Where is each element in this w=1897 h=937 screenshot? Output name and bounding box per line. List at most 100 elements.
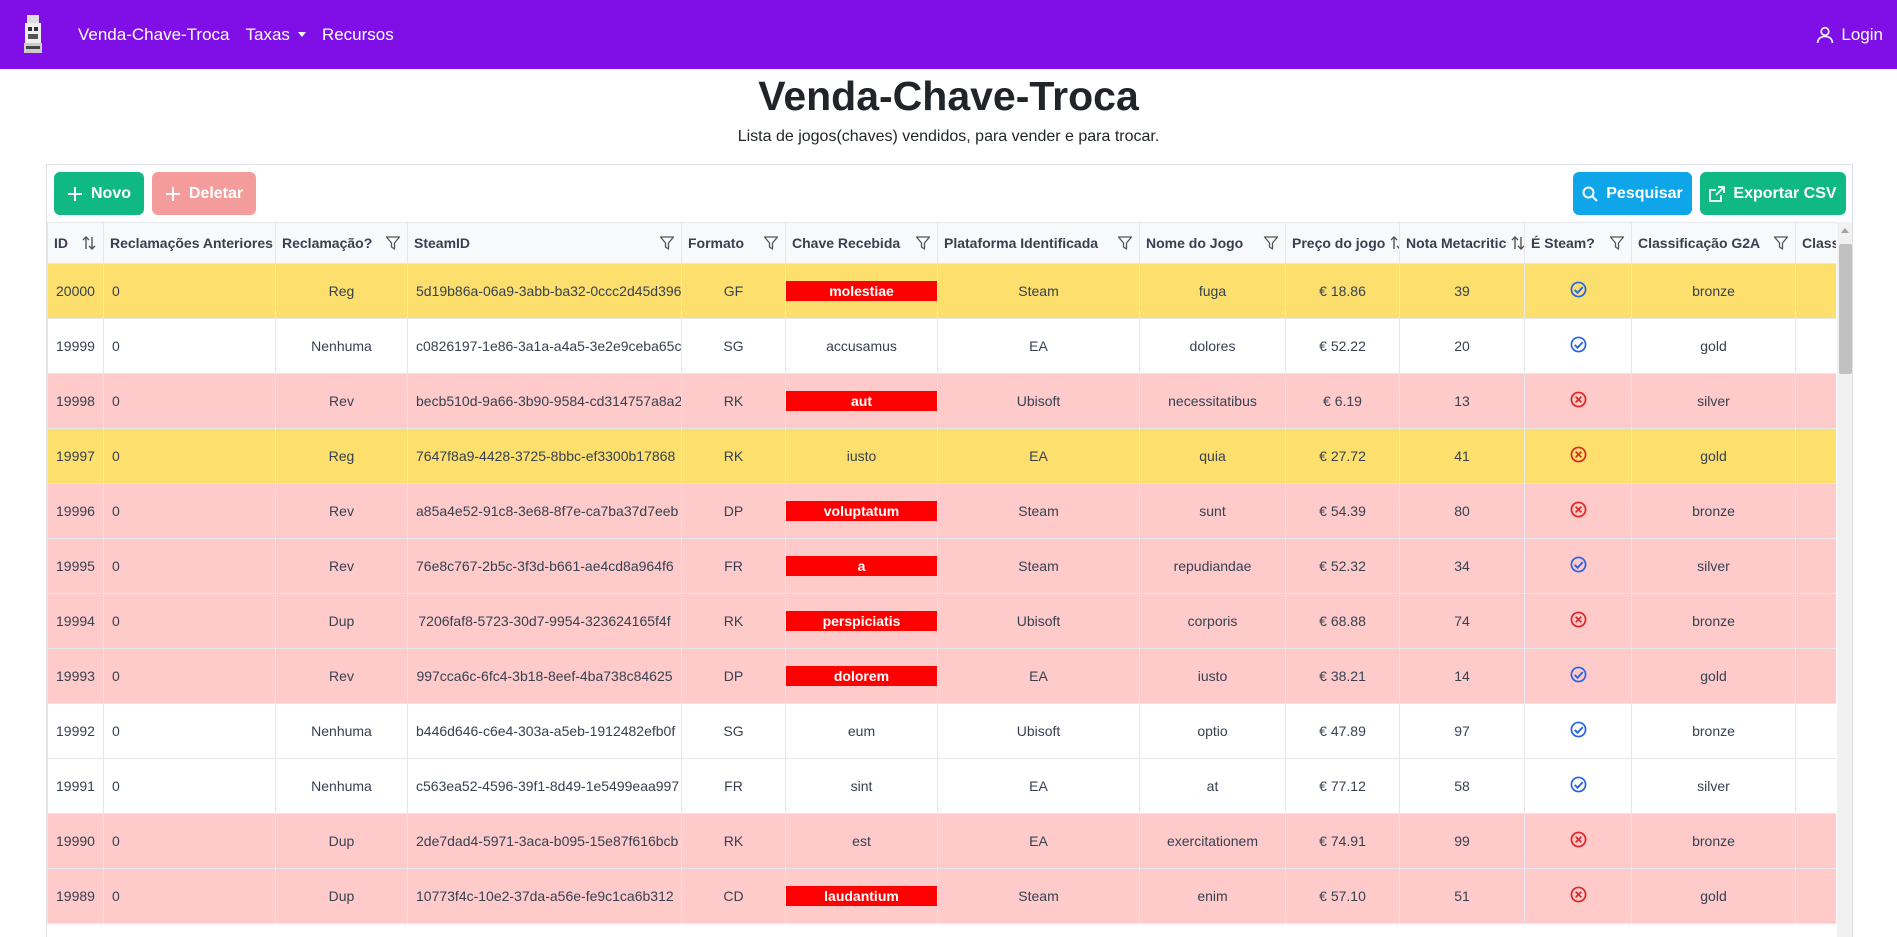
cell-e-steam [1524,813,1632,869]
column-header-chave-recebida[interactable]: Chave Recebida [785,222,938,264]
scroll-up-arrow-icon[interactable] [1841,228,1849,233]
filter-button[interactable] [1117,235,1133,251]
column-header-inner: Nome do Jogo [1146,235,1279,251]
pesquisar-label: Pesquisar [1606,184,1683,202]
vertical-scrollbar[interactable] [1837,222,1852,937]
filter-button[interactable] [1773,235,1789,251]
cell-plataforma: EA [937,813,1140,869]
sort-icon[interactable] [81,235,97,251]
nav-taxas-dropdown[interactable]: Taxas [246,25,306,45]
table-row[interactable]: 19991 0 Nenhuma c563ea52-4596-39f1-8d49-1e5… [47,758,1836,814]
column-header-label: Reclamação? [282,235,373,251]
filter-icon[interactable] [1263,235,1279,251]
filter-button[interactable] [915,235,931,251]
table-row[interactable]: 19992 0 Nenhuma b446d646-c6e4-303a-a5eb-191… [47,703,1836,759]
cell-formato: DP [681,483,786,539]
cell-classif [1795,483,1836,539]
cell-preco: € 18.86 [1285,263,1400,319]
column-header-inner: Reclamação? [282,235,401,251]
column-header-classif[interactable]: Classif [1795,222,1836,264]
filter-icon[interactable] [763,235,779,251]
column-header-label: Classif [1802,235,1836,251]
table-row[interactable]: 19994 0 Dup 7206faf8-5723-30d7-9954-3236241… [47,593,1836,649]
logo-icon[interactable] [22,13,44,55]
table-row[interactable]: 19999 0 Nenhuma c0826197-1e86-3a1a-a4a5-3e2… [47,318,1836,374]
plus-icon [68,186,82,201]
cell-nota-metacritic: 51 [1399,868,1525,924]
column-header-nota-metacritic[interactable]: Nota Metacritic [1399,222,1525,264]
cell-reclamacao: Dup [275,868,408,924]
external-link-icon [1709,185,1726,202]
cell-reclamacao: Dup [275,593,408,649]
sort-icon[interactable] [1510,235,1524,251]
column-header-formato[interactable]: Formato [681,222,786,264]
table-row[interactable]: 19998 0 Rev becb510d-9a66-3b90-9584-cd31475… [47,373,1836,429]
column-header-inner: Preço do jogo [1292,235,1399,251]
cell-preco: € 6.19 [1285,373,1400,429]
column-header-label: ID [54,235,68,251]
cell-id: 19995 [47,538,104,594]
sort-button[interactable] [1389,235,1399,251]
column-header-steamid[interactable]: SteamID [407,222,682,264]
filter-icon[interactable] [915,235,931,251]
filter-button[interactable] [385,235,401,251]
cell-id: 19994 [47,593,104,649]
cell-reclamacao: Rev [275,648,408,704]
filter-button[interactable] [1263,235,1279,251]
filter-button[interactable] [763,235,779,251]
column-header-reclamacao[interactable]: Reclamação? [275,222,408,264]
column-header-plataforma-identificada[interactable]: Plataforma Identificada [937,222,1140,264]
cell-id: 19993 [47,648,104,704]
column-header-nome-do-jogo[interactable]: Nome do Jogo [1139,222,1286,264]
filter-icon[interactable] [1609,235,1625,251]
novo-button[interactable]: Novo [54,172,144,215]
cell-plataforma: Steam [937,538,1140,594]
scrollbar-thumb[interactable] [1839,244,1852,374]
x-circle-icon [1570,886,1586,903]
cell-classif [1795,538,1836,594]
table-row[interactable]: 19996 0 Rev a85a4e52-91c8-3e68-8f7e-ca7ba37… [47,483,1836,539]
table-row[interactable]: 20000 0 Reg 5d19b86a-06a9-3abb-ba32-0ccc2d4… [47,263,1836,319]
column-header-inner: Formato [688,235,779,251]
column-header-id[interactable]: ID [47,222,104,264]
column-header-preco-do-jogo[interactable]: Preço do jogo [1285,222,1400,264]
sort-button[interactable] [1510,235,1524,251]
filter-icon[interactable] [1117,235,1133,251]
table-row[interactable]: 19995 0 Rev 76e8c767-2b5c-3f3d-b661-ae4cd8a… [47,538,1836,594]
column-header-reclamacoes-anteriores[interactable]: Reclamações Anteriores [103,222,276,264]
deletar-button[interactable]: Deletar [152,172,256,215]
column-header-classificacao-g2a[interactable]: Classificação G2A [1631,222,1796,264]
column-header-inner: Classif [1802,235,1836,251]
cell-nota-metacritic: 99 [1399,813,1525,869]
cell-id: 19992 [47,703,104,759]
column-header-e-steam[interactable]: É Steam? [1524,222,1632,264]
pesquisar-button[interactable]: Pesquisar [1573,172,1692,215]
cell-chave-recebida: molestiae [785,263,938,319]
cell-reclamacao: Rev [275,483,408,539]
filter-button[interactable] [659,235,675,251]
cell-preco: € 68.88 [1285,593,1400,649]
sort-button[interactable] [81,235,97,251]
filter-icon[interactable] [385,235,401,251]
filter-button[interactable] [1609,235,1625,251]
exportar-csv-button[interactable]: Exportar CSV [1700,172,1846,215]
sort-icon[interactable] [1389,235,1399,251]
cell-classificacao-g2a: gold [1631,318,1796,374]
cell-reclamacoes-anteriores: 0 [103,373,276,429]
table-row[interactable]: 19990 0 Dup 2de7dad4-5971-3aca-b095-15e87f6… [47,813,1836,869]
table-row[interactable]: 19989 0 Dup 10773f4c-10e2-37da-a56e-fe9c1ca… [47,868,1836,924]
table-row[interactable]: 19993 0 Rev 997cca6c-6fc4-3b18-8eef-4ba738c… [47,648,1836,704]
nav-brand-link[interactable]: Venda-Chave-Troca [78,25,230,45]
cell-steamid: 10773f4c-10e2-37da-a56e-fe9c1ca6b312 [407,868,682,924]
key-badge-red: laudantium [786,886,937,906]
cell-classificacao-g2a: bronze [1631,263,1796,319]
login-button[interactable]: Login [1816,0,1883,69]
nav-recursos-link[interactable]: Recursos [322,25,394,45]
table-row[interactable]: 19997 0 Reg 7647f8a9-4428-3725-8bbc-ef3300b… [47,428,1836,484]
filter-icon[interactable] [659,235,675,251]
filter-icon[interactable] [1773,235,1789,251]
key-badge-red: molestiae [786,281,937,301]
cell-reclamacoes-anteriores: 0 [103,428,276,484]
cell-reclamacao: Nenhuma [275,318,408,374]
cell-nota-metacritic: 80 [1399,483,1525,539]
